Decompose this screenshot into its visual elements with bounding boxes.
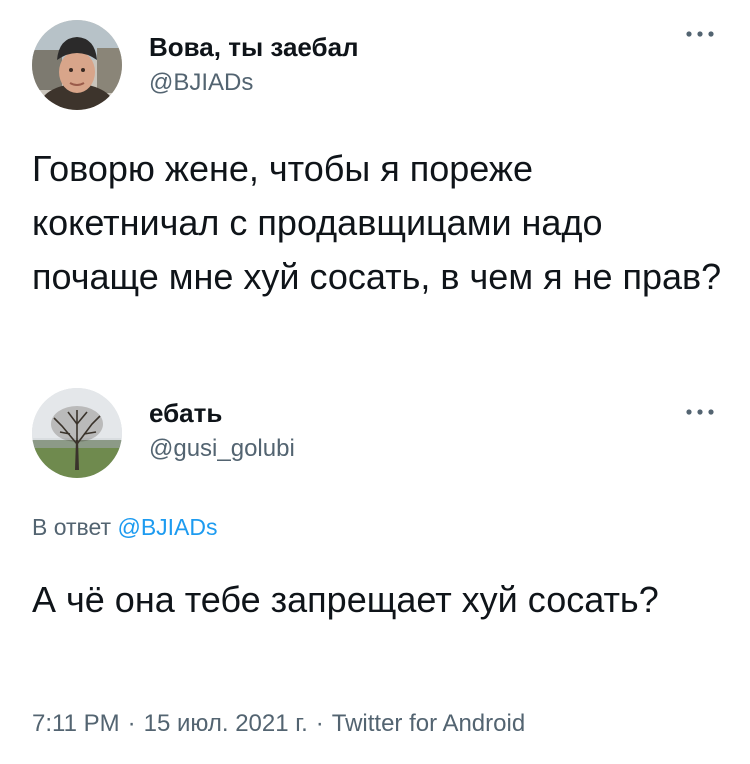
reply-handle[interactable]: @gusi_golubi — [149, 434, 295, 464]
original-tweet-text: Говорю жене, чтобы я пореже кокетничал с… — [32, 148, 722, 297]
original-tweet-header: Вова, ты заебал @BJIADs — [32, 20, 722, 110]
replying-to-prefix: В ответ — [32, 514, 112, 540]
tweet-source[interactable]: Twitter for Android — [332, 710, 525, 737]
tweet-date[interactable]: 15 июл. 2021 г. — [144, 710, 308, 737]
meta-separator: · — [315, 710, 324, 737]
original-display-name[interactable]: Вова, ты заебал — [149, 32, 359, 62]
more-dots-icon — [686, 31, 714, 37]
reply-author: ебать @gusi_golubi — [149, 398, 295, 464]
replying-to-mention[interactable]: @BJIADs — [117, 514, 217, 540]
reply-tweet-text: А чё она тебе запрещает хуй сосать? — [32, 579, 659, 620]
reply-more-button[interactable] — [682, 402, 718, 422]
person-photo-icon — [32, 20, 122, 110]
tree-photo-icon — [32, 388, 122, 478]
replying-to-line: В ответ @BJIADs — [32, 512, 218, 542]
reply-display-name[interactable]: ебать — [149, 398, 295, 428]
reply-tweet-header: ебать @gusi_golubi — [32, 388, 722, 478]
original-handle[interactable]: @BJIADs — [149, 68, 359, 98]
reply-author-avatar[interactable] — [32, 388, 122, 478]
original-author-avatar[interactable] — [32, 20, 122, 110]
original-more-button[interactable] — [682, 24, 718, 44]
more-dots-icon — [686, 409, 714, 415]
original-author: Вова, ты заебал @BJIADs — [149, 32, 359, 98]
meta-separator: · — [127, 710, 136, 737]
tweet-time[interactable]: 7:11 PM — [32, 710, 120, 737]
tweet-meta: 7:11 PM · 15 июл. 2021 г. · Twitter for Andr… — [32, 707, 525, 741]
